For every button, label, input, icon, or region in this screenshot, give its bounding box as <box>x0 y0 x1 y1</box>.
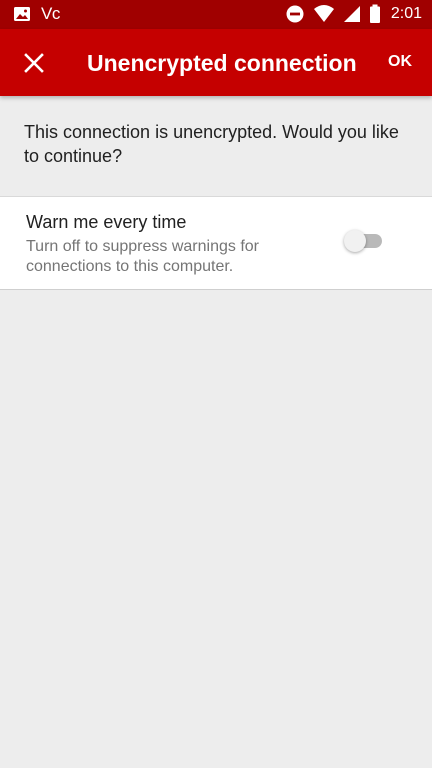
warn-toggle-switch[interactable] <box>344 230 384 252</box>
close-icon <box>24 53 44 73</box>
cell-signal-icon <box>343 4 361 24</box>
ok-button[interactable]: OK <box>384 49 416 75</box>
warning-message: This connection is unencrypted. Would yo… <box>24 122 399 166</box>
clock: 2:01 <box>390 5 422 22</box>
setting-title: Warn me every time <box>26 212 187 232</box>
vc-text-icon: Vc <box>41 4 60 23</box>
image-icon <box>13 5 31 23</box>
warn-setting-row[interactable]: Warn me every time Turn off to suppress … <box>0 196 432 290</box>
page-title: Unencrypted connection <box>87 50 357 76</box>
status-bar-left: Vc <box>13 4 60 24</box>
close-button[interactable] <box>14 43 54 83</box>
battery-icon <box>369 4 381 24</box>
setting-description: Turn off to suppress warnings for connec… <box>26 238 259 275</box>
toggle-thumb <box>344 230 366 252</box>
app-bar: Unencrypted connection OK <box>0 29 432 96</box>
do-not-disturb-icon <box>285 4 305 24</box>
status-bar-right: 2:01 <box>285 4 422 24</box>
wifi-icon <box>313 4 335 24</box>
status-bar: Vc 2:01 <box>0 0 432 29</box>
